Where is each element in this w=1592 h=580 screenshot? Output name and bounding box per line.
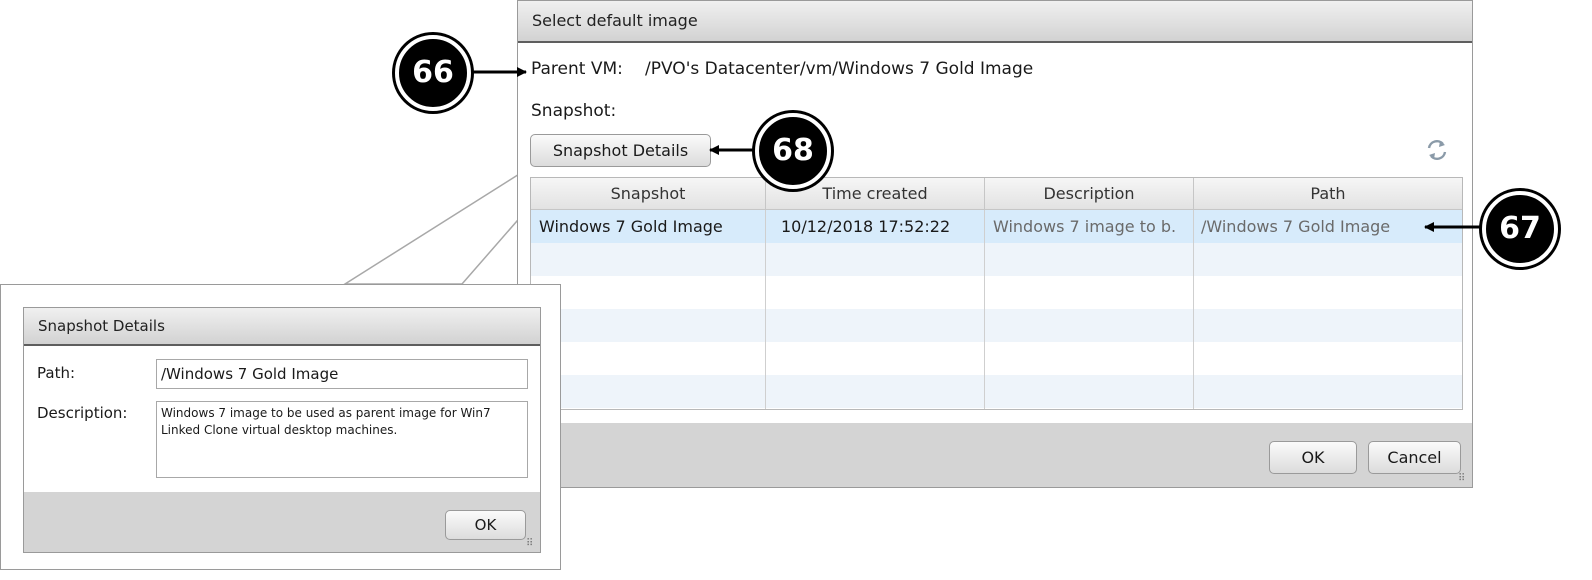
callout-66: 66 xyxy=(395,35,471,111)
callout-arrows xyxy=(471,67,1485,232)
callout-68: 68 xyxy=(755,113,831,189)
callout-67: 67 xyxy=(1482,191,1558,267)
